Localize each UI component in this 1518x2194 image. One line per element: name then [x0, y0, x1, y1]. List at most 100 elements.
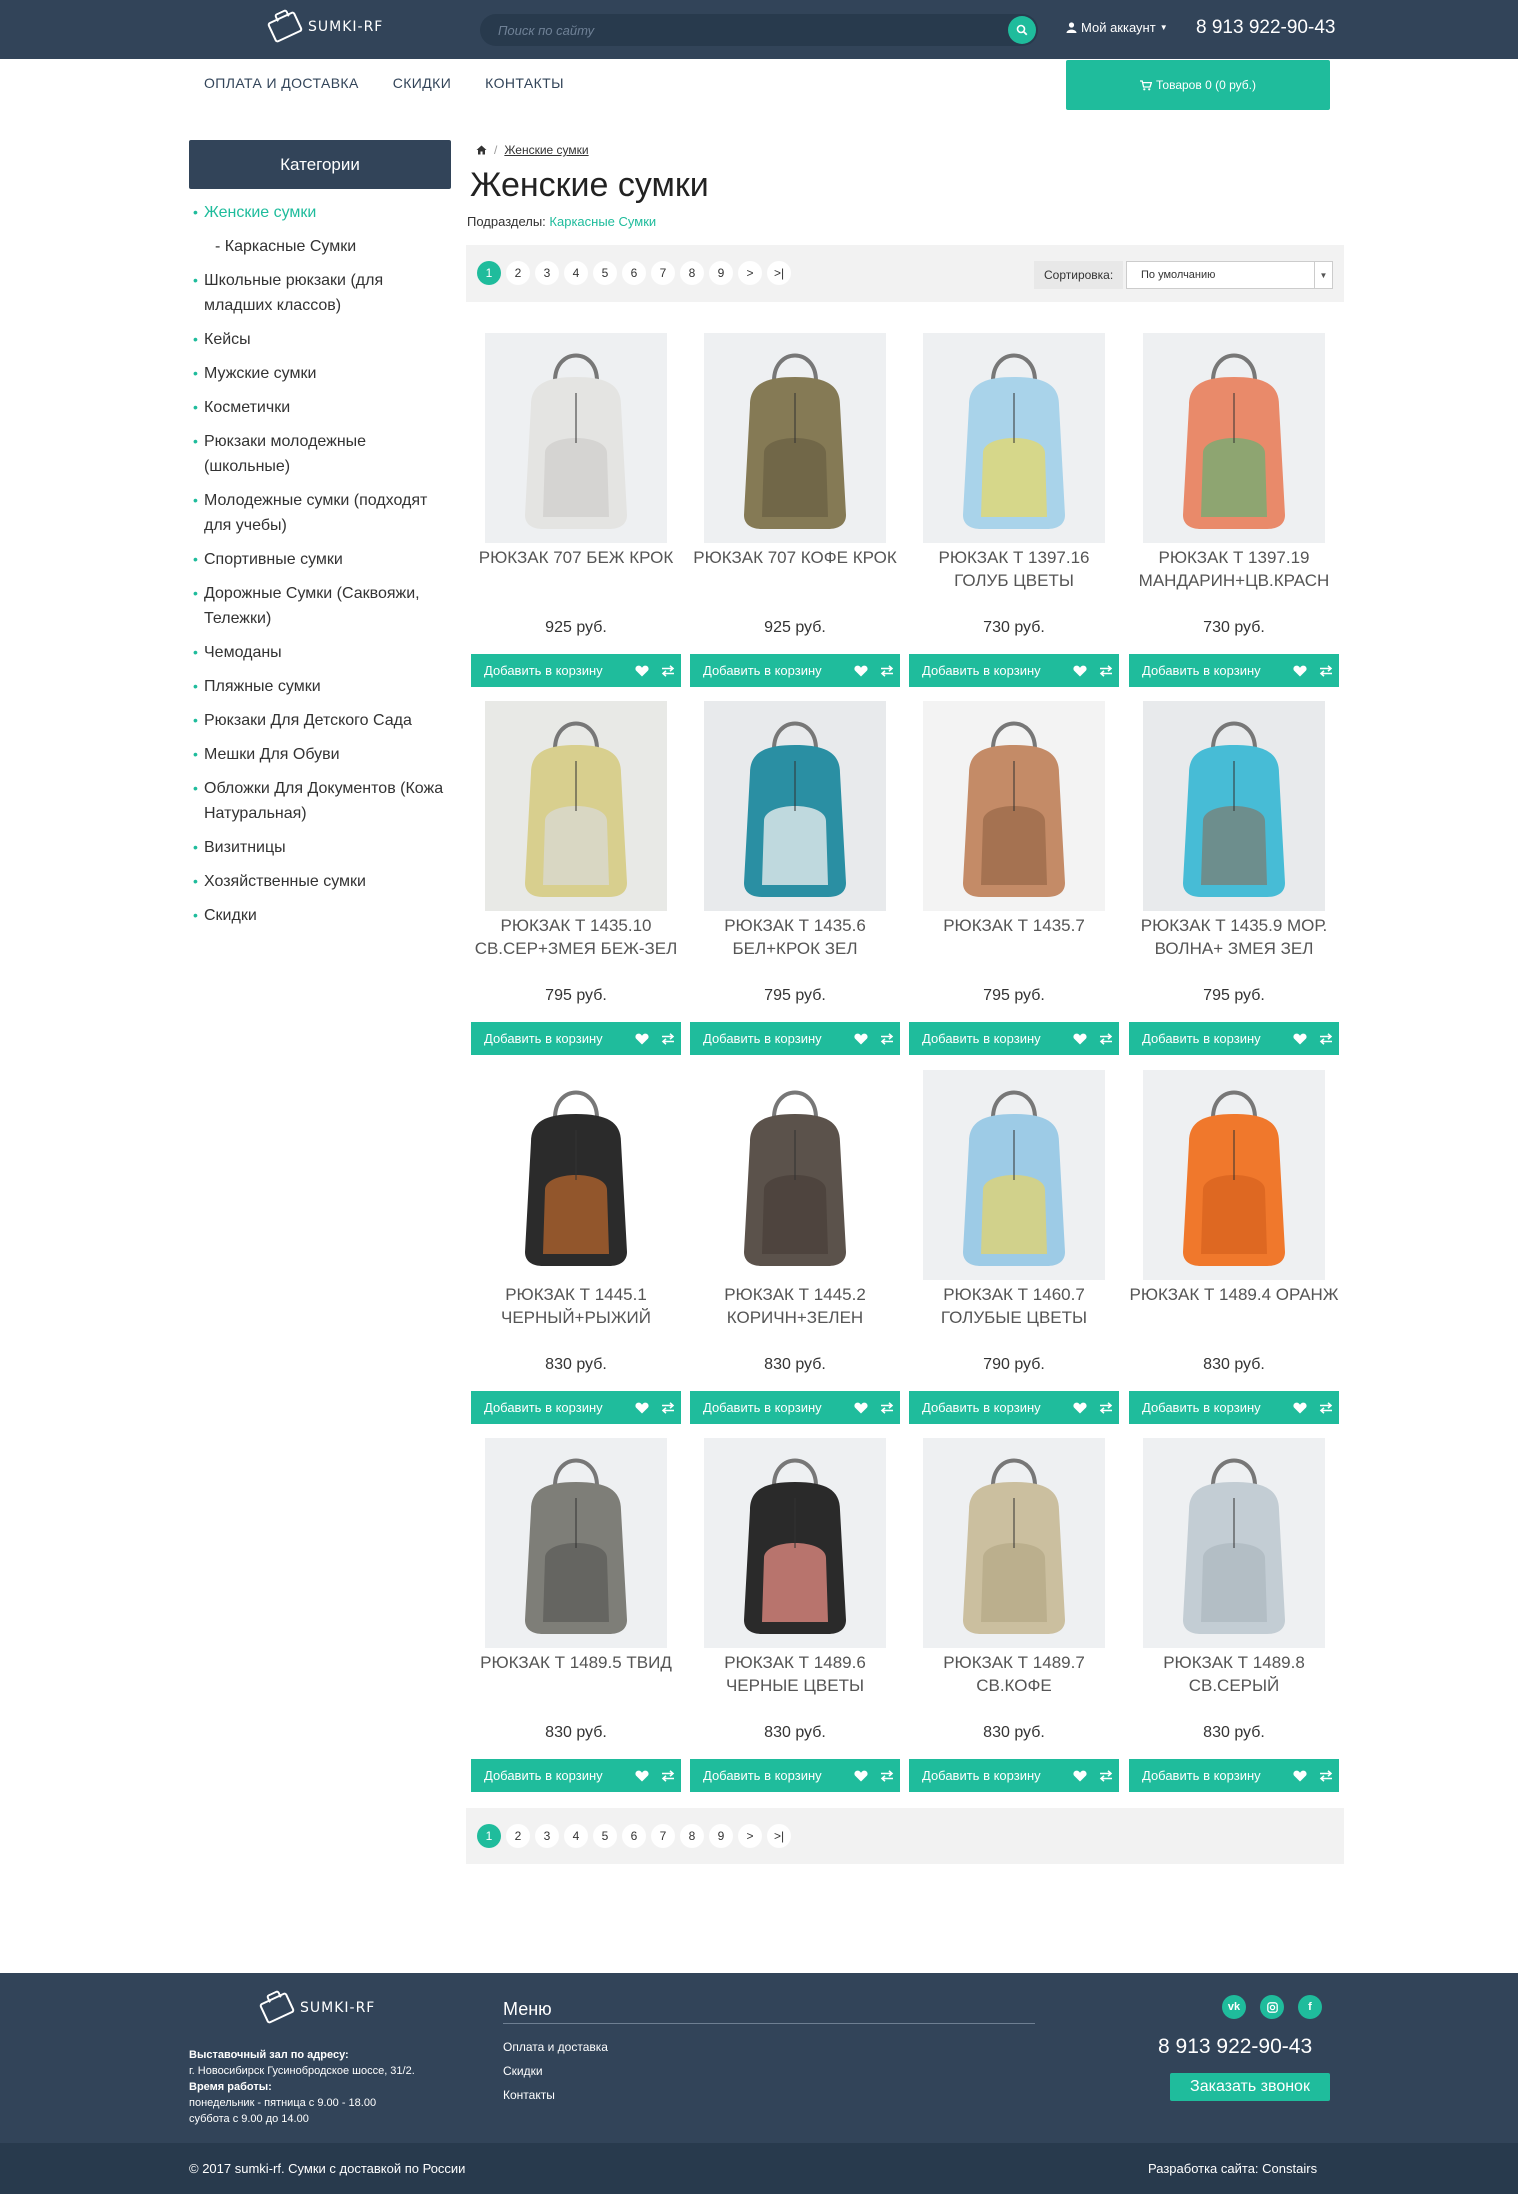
heart-icon[interactable] [1067, 665, 1093, 677]
add-to-cart-button[interactable]: Добавить в корзину [471, 1031, 629, 1046]
product-name[interactable]: РЮКЗАК Т 1435.10 СВ.СЕР+ЗМЕЯ БЕЖ-ЗЕЛ [471, 914, 681, 960]
product-name[interactable]: РЮКЗАК Т 1489.4 ОРАНЖ [1129, 1283, 1339, 1306]
sidebar-item[interactable]: Женские сумки [193, 200, 453, 225]
page-link[interactable]: 3 [535, 261, 559, 285]
add-to-cart-button[interactable]: Добавить в корзину [909, 663, 1067, 678]
sidebar-item[interactable]: Рюкзаки Для Детского Сада [193, 708, 453, 733]
compare-icon[interactable] [655, 1401, 681, 1414]
sort-select[interactable]: По умолчанию ▼ [1126, 261, 1333, 289]
compare-icon[interactable] [1313, 664, 1339, 677]
add-to-cart-button[interactable]: Добавить в корзину [1129, 663, 1287, 678]
product-image[interactable] [923, 333, 1105, 543]
product-name[interactable]: РЮКЗАК Т 1435.9 МОР. ВОЛНА+ ЗМЕЯ ЗЕЛ [1129, 914, 1339, 960]
page-link[interactable]: 8 [680, 1824, 704, 1848]
cart-button[interactable]: Товаров 0 (0 руб.) [1066, 60, 1330, 110]
compare-icon[interactable] [1313, 1032, 1339, 1045]
sidebar-item[interactable]: - Каркасные Сумки [193, 234, 453, 259]
product-image[interactable] [923, 701, 1105, 911]
instagram-icon[interactable] [1260, 1995, 1284, 2019]
page-link[interactable]: 7 [651, 261, 675, 285]
sidebar-item[interactable]: Кейсы [193, 327, 453, 352]
sidebar-item[interactable]: Обложки Для Документов (Кожа Натуральная… [193, 776, 453, 826]
footer-link-discounts[interactable]: Скидки [503, 2059, 608, 2083]
heart-icon[interactable] [629, 1770, 655, 1782]
page-link[interactable]: > [738, 261, 762, 285]
sidebar-item[interactable]: Дорожные Сумки (Саквояжи, Тележки) [193, 581, 453, 631]
heart-icon[interactable] [1287, 1770, 1313, 1782]
page-link[interactable]: 5 [593, 1824, 617, 1848]
compare-icon[interactable] [874, 664, 900, 677]
add-to-cart-button[interactable]: Добавить в корзину [909, 1031, 1067, 1046]
heart-icon[interactable] [848, 1770, 874, 1782]
sidebar-item[interactable]: Скидки [193, 903, 453, 928]
footer-link-contacts[interactable]: Контакты [503, 2083, 608, 2107]
compare-icon[interactable] [1313, 1401, 1339, 1414]
sidebar-item[interactable]: Школьные рюкзаки (для младших классов) [193, 268, 453, 318]
facebook-icon[interactable]: f [1298, 1995, 1322, 2019]
compare-icon[interactable] [1313, 1769, 1339, 1782]
product-image[interactable] [1143, 333, 1325, 543]
sidebar-item[interactable]: Мужские сумки [193, 361, 453, 386]
add-to-cart-button[interactable]: Добавить в корзину [690, 1031, 848, 1046]
heart-icon[interactable] [1287, 1402, 1313, 1414]
sidebar-item[interactable]: Спортивные сумки [193, 547, 453, 572]
sidebar-item[interactable]: Хозяйственные сумки [193, 869, 453, 894]
product-name[interactable]: РЮКЗАК Т 1489.7 СВ.КОФЕ [909, 1651, 1119, 1697]
product-image[interactable] [923, 1438, 1105, 1648]
product-image[interactable] [485, 701, 667, 911]
account-menu[interactable]: Мой аккаунт ▼ [1066, 20, 1168, 35]
page-link[interactable]: 2 [506, 1824, 530, 1848]
add-to-cart-button[interactable]: Добавить в корзину [471, 663, 629, 678]
product-image[interactable] [485, 1438, 667, 1648]
product-image[interactable] [923, 1070, 1105, 1280]
vk-icon[interactable]: vk [1222, 1995, 1246, 2019]
heart-icon[interactable] [848, 1033, 874, 1045]
site-logo[interactable]: SUMKI-RF [266, 10, 383, 44]
product-image[interactable] [704, 1070, 886, 1280]
heart-icon[interactable] [1287, 665, 1313, 677]
developer-credit[interactable]: Разработка сайта: Constairs [1148, 2161, 1317, 2176]
page-link[interactable]: 9 [709, 261, 733, 285]
page-link[interactable]: 1 [477, 261, 501, 285]
footer-phone[interactable]: 8 913 922-90-43 [1158, 2035, 1312, 2059]
page-link[interactable]: 6 [622, 1824, 646, 1848]
compare-icon[interactable] [655, 1032, 681, 1045]
home-icon[interactable] [476, 145, 487, 155]
header-phone[interactable]: 8 913 922-90-43 [1196, 17, 1335, 39]
add-to-cart-button[interactable]: Добавить в корзину [690, 663, 848, 678]
product-name[interactable]: РЮКЗАК Т 1445.1 ЧЕРНЫЙ+РЫЖИЙ [471, 1283, 681, 1329]
product-image[interactable] [485, 333, 667, 543]
product-image[interactable] [485, 1070, 667, 1280]
page-link[interactable]: >| [767, 261, 791, 285]
product-name[interactable]: РЮКЗАК 707 БЕЖ КРОК [471, 546, 681, 569]
compare-icon[interactable] [1093, 664, 1119, 677]
add-to-cart-button[interactable]: Добавить в корзину [690, 1400, 848, 1415]
product-image[interactable] [704, 333, 886, 543]
page-link[interactable]: 1 [477, 1824, 501, 1848]
product-image[interactable] [1143, 1438, 1325, 1648]
page-link[interactable]: 4 [564, 1824, 588, 1848]
product-name[interactable]: РЮКЗАК Т 1489.5 ТВИД [471, 1651, 681, 1674]
compare-icon[interactable] [874, 1401, 900, 1414]
add-to-cart-button[interactable]: Добавить в корзину [1129, 1768, 1287, 1783]
compare-icon[interactable] [1093, 1769, 1119, 1782]
heart-icon[interactable] [1287, 1033, 1313, 1045]
add-to-cart-button[interactable]: Добавить в корзину [909, 1400, 1067, 1415]
product-image[interactable] [1143, 701, 1325, 911]
sidebar-item[interactable]: Рюкзаки молодежные (школьные) [193, 429, 453, 479]
nav-item-delivery[interactable]: ОПЛАТА И ДОСТАВКА [204, 75, 359, 91]
heart-icon[interactable] [848, 665, 874, 677]
page-link[interactable]: 7 [651, 1824, 675, 1848]
add-to-cart-button[interactable]: Добавить в корзину [1129, 1031, 1287, 1046]
compare-icon[interactable] [1093, 1032, 1119, 1045]
add-to-cart-button[interactable]: Добавить в корзину [1129, 1400, 1287, 1415]
add-to-cart-button[interactable]: Добавить в корзину [909, 1768, 1067, 1783]
compare-icon[interactable] [655, 664, 681, 677]
footer-logo[interactable]: SUMKI-RF [258, 1991, 375, 2025]
sidebar-item[interactable]: Визитницы [193, 835, 453, 860]
add-to-cart-button[interactable]: Добавить в корзину [690, 1768, 848, 1783]
product-image[interactable] [704, 1438, 886, 1648]
product-name[interactable]: РЮКЗАК 707 КОФЕ КРОК [690, 546, 900, 569]
search-button[interactable] [1008, 16, 1036, 44]
nav-item-discounts[interactable]: СКИДКИ [393, 75, 451, 91]
